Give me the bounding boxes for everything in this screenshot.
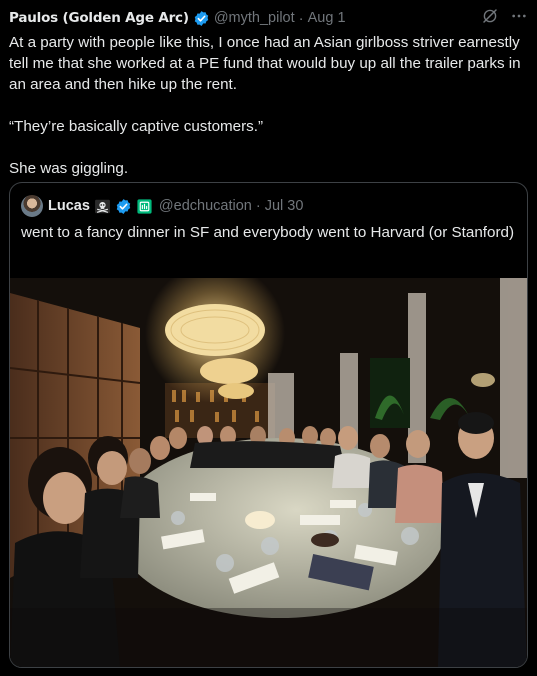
author-name[interactable]: Paulos (Golden Age Arc) — [9, 10, 189, 26]
quoted-tweet-header: Lucas @edchucation · Jul 30 — [21, 195, 303, 217]
verified-badge-icon — [115, 198, 132, 215]
separator-dot: · — [298, 9, 304, 27]
quoted-author-handle[interactable]: @edchucation — [159, 198, 252, 214]
tweet-paragraph: She was giggling. — [9, 160, 129, 177]
quoted-tweet-text: went to a fancy dinner in SF and everybo… — [21, 224, 515, 241]
skull-crossbones-icon — [94, 198, 111, 215]
quoted-author-name[interactable]: Lucas — [48, 198, 90, 214]
tweet-header: Paulos (Golden Age Arc) @myth_pilot · Au… — [9, 7, 527, 29]
tweet-text: At a party with people like this, I once… — [9, 32, 524, 179]
grok-icon[interactable] — [481, 7, 499, 29]
dinner-photo[interactable] — [10, 278, 527, 667]
affiliate-badge-icon — [136, 198, 153, 215]
quoted-tweet-date[interactable]: Jul 30 — [265, 198, 304, 214]
separator-dot: · — [255, 198, 261, 214]
avatar[interactable] — [21, 195, 43, 217]
verified-badge-icon — [193, 10, 210, 27]
author-handle[interactable]: @myth_pilot — [214, 10, 295, 26]
tweet-paragraph: “They’re basically captive customers.” — [9, 118, 264, 135]
tweet[interactable]: Paulos (Golden Age Arc) @myth_pilot · Au… — [0, 0, 537, 676]
tweet-paragraph: At a party with people like this, I once… — [9, 34, 521, 93]
more-icon[interactable] — [511, 8, 527, 28]
tweet-date[interactable]: Aug 1 — [308, 10, 346, 26]
quoted-tweet[interactable]: Lucas @edchucation · Jul 30 went to a fa… — [9, 182, 528, 668]
